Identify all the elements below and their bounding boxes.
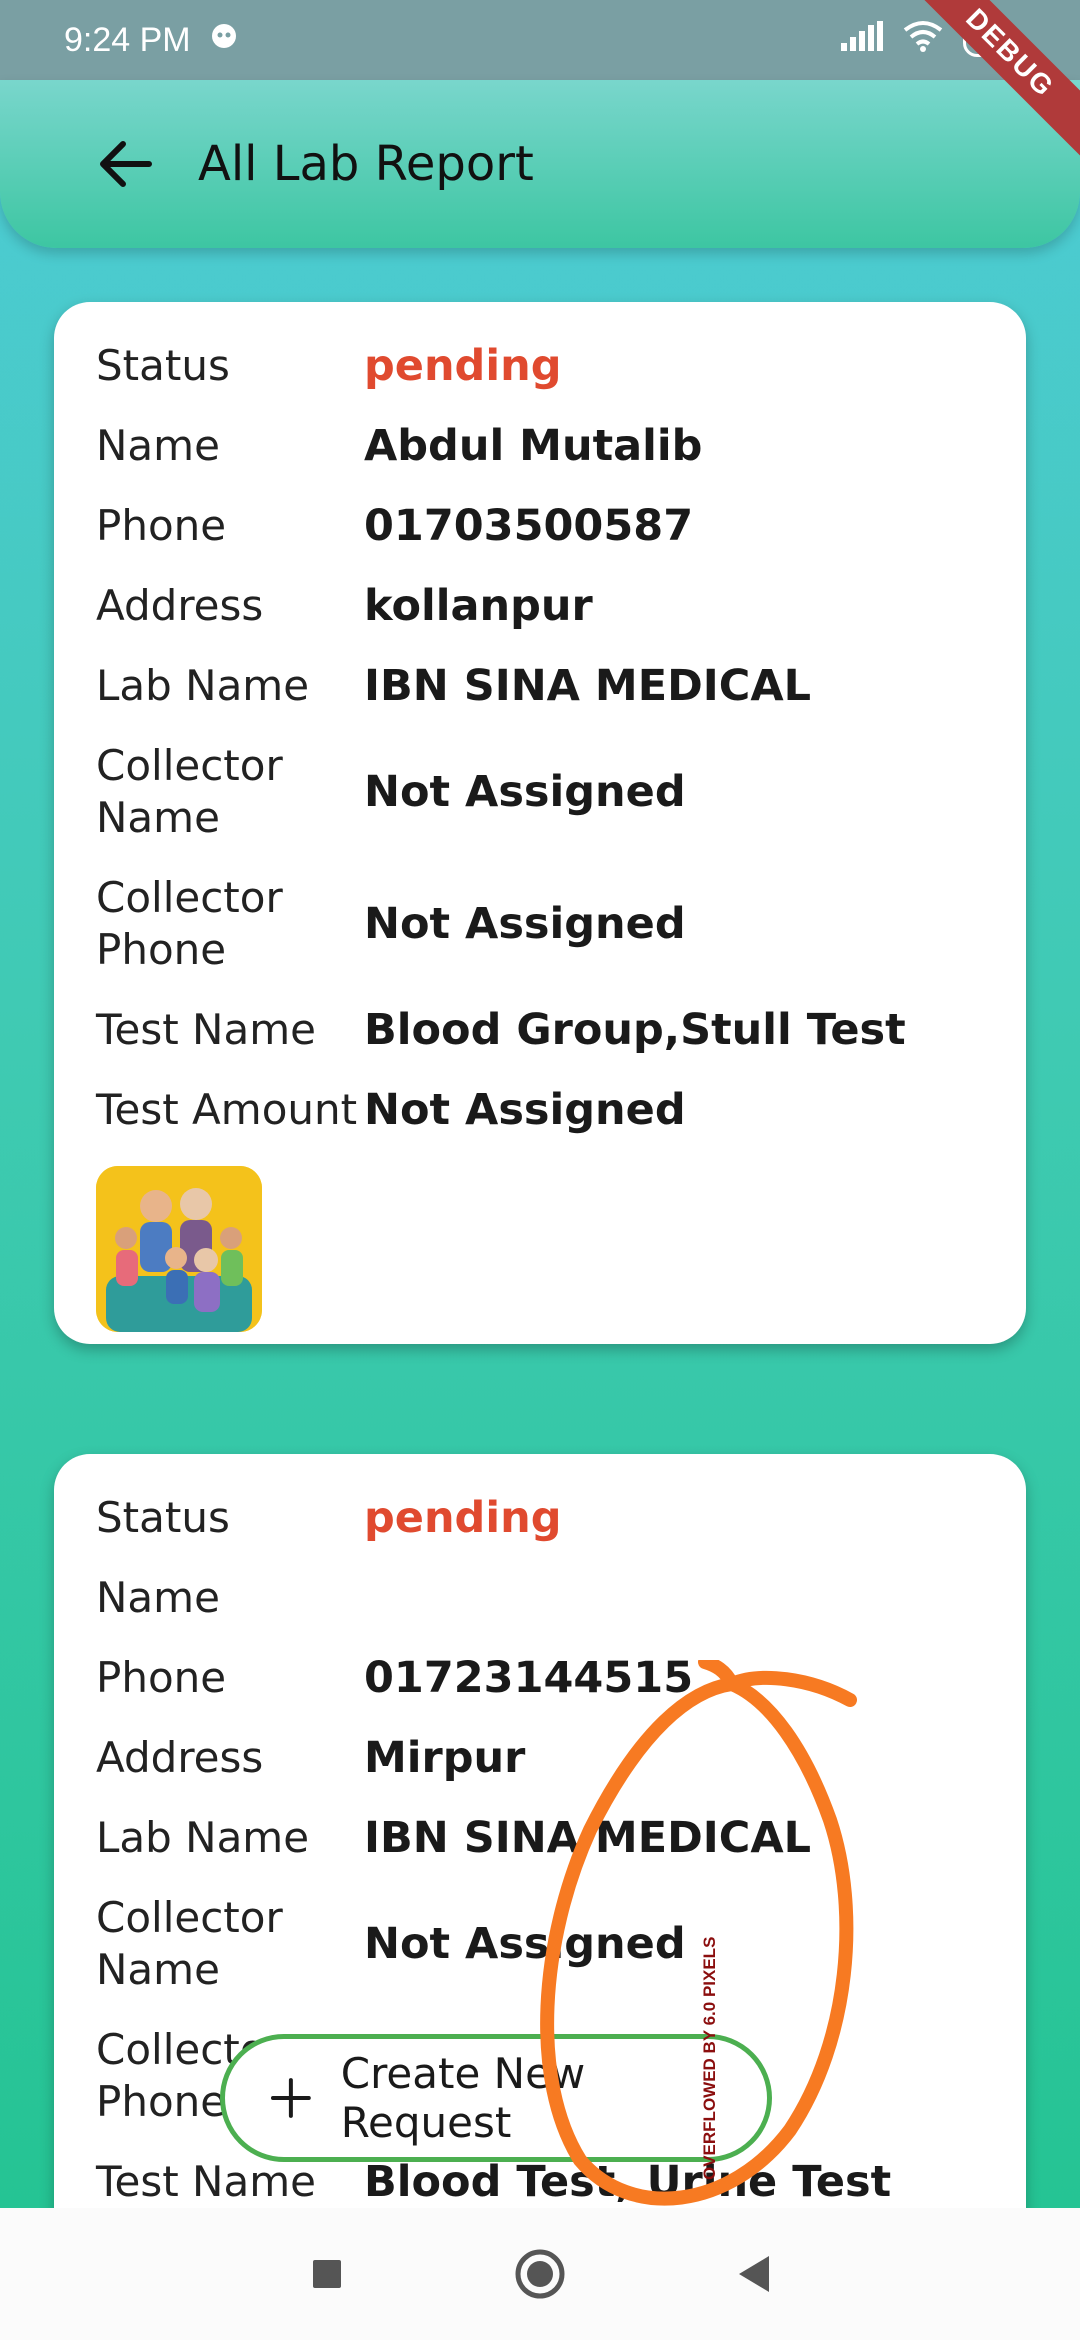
test-amount-label: Test Amount (96, 1085, 358, 1134)
collector-name-value: Not Assigned (364, 1919, 686, 1969)
row-lab-name: Lab Name IBN SINA MEDICAL (96, 646, 984, 726)
triangle-back-icon (739, 2256, 770, 2292)
row-status: Status pending (96, 326, 984, 406)
test-name-value: Blood Test, Urine Test (364, 2157, 892, 2207)
arrow-left-icon (100, 141, 152, 187)
address-value: kollanpur (364, 581, 593, 631)
signal-icon (841, 20, 884, 60)
row-name: Name (96, 1558, 984, 1638)
collector-name-value: Not Assigned (364, 767, 686, 817)
back-nav-button[interactable] (723, 2244, 783, 2304)
lab-name-value: IBN SINA MEDICAL (364, 661, 812, 711)
name-label: Name (96, 421, 220, 470)
test-name-label: Test Name (96, 1005, 316, 1054)
status-time: 9:24 PM (64, 20, 191, 59)
status-value: pending (364, 341, 562, 391)
row-phone: Phone 01703500587 (96, 486, 984, 566)
row-address: Address kollanpur (96, 566, 984, 646)
row-test-name: Test Name Blood Group,Stull Test (96, 990, 984, 1070)
phone-label: Phone (96, 1653, 227, 1702)
lab-report-card[interactable]: Status pending Name Abdul Mutalib Phone … (54, 302, 1026, 1344)
system-nav-bar (0, 2208, 1080, 2340)
collector-phone-value: Not Assigned (364, 899, 686, 949)
row-name: Name Abdul Mutalib (96, 406, 984, 486)
status-label: Status (96, 1493, 230, 1542)
report-image-thumbnail[interactable] (96, 1166, 262, 1332)
phone-value: 01703500587 (364, 501, 694, 551)
lab-name-label: Lab Name (96, 661, 310, 710)
collector-name-label: Collector Name (96, 741, 283, 842)
phone-value: 01723144515 (364, 1653, 694, 1703)
test-name-label: Test Name (96, 2157, 316, 2206)
square-icon (312, 2260, 341, 2288)
row-phone: Phone 01723144515 (96, 1638, 984, 1718)
test-amount-value: Not Assigned (364, 1085, 686, 1135)
notification-icon (209, 21, 239, 60)
address-label: Address (96, 581, 264, 630)
address-value: Mirpur (364, 1733, 526, 1783)
test-name-value: Blood Group,Stull Test (364, 1005, 906, 1055)
address-label: Address (96, 1733, 264, 1782)
row-collector-name: Collector Name Not Assigned (96, 726, 984, 858)
wifi-icon (903, 20, 943, 61)
home-button[interactable] (510, 2244, 570, 2304)
lab-name-value: IBN SINA MEDICAL (364, 1813, 812, 1863)
status-bar: 9:24 PM 36 (0, 0, 1080, 80)
status-left: 9:24 PM (64, 21, 239, 60)
row-status: Status pending (96, 1478, 984, 1558)
collector-phone-label: Collector Phone (96, 873, 283, 974)
collector-name-label: Collector Name (96, 1893, 283, 1994)
name-value: Abdul Mutalib (364, 421, 703, 471)
status-label: Status (96, 341, 230, 390)
plus-icon (270, 2078, 311, 2118)
row-lab-name: Lab Name IBN SINA MEDICAL (96, 1798, 984, 1878)
circle-icon (515, 2249, 565, 2299)
row-collector-phone: Collector Phone Not Assigned (96, 858, 984, 990)
back-button[interactable] (90, 129, 160, 199)
row-address: Address Mirpur (96, 1718, 984, 1798)
page-title: All Lab Report (198, 136, 534, 192)
row-collector-name: Collector Name Not Assigned (96, 1878, 984, 2010)
phone-label: Phone (96, 501, 227, 550)
create-new-request-button[interactable]: Create New Request (220, 2034, 772, 2162)
lab-name-label: Lab Name (96, 1813, 310, 1862)
name-label: Name (96, 1573, 220, 1622)
app-bar: All Lab Report (0, 80, 1080, 248)
row-test-amount: Test Amount Not Assigned (96, 1070, 984, 1150)
recents-button[interactable] (297, 2244, 357, 2304)
overflow-warning-text: OVERFLOWED BY 6.0 PIXELS (700, 1936, 719, 2180)
status-value: pending (364, 1493, 562, 1543)
